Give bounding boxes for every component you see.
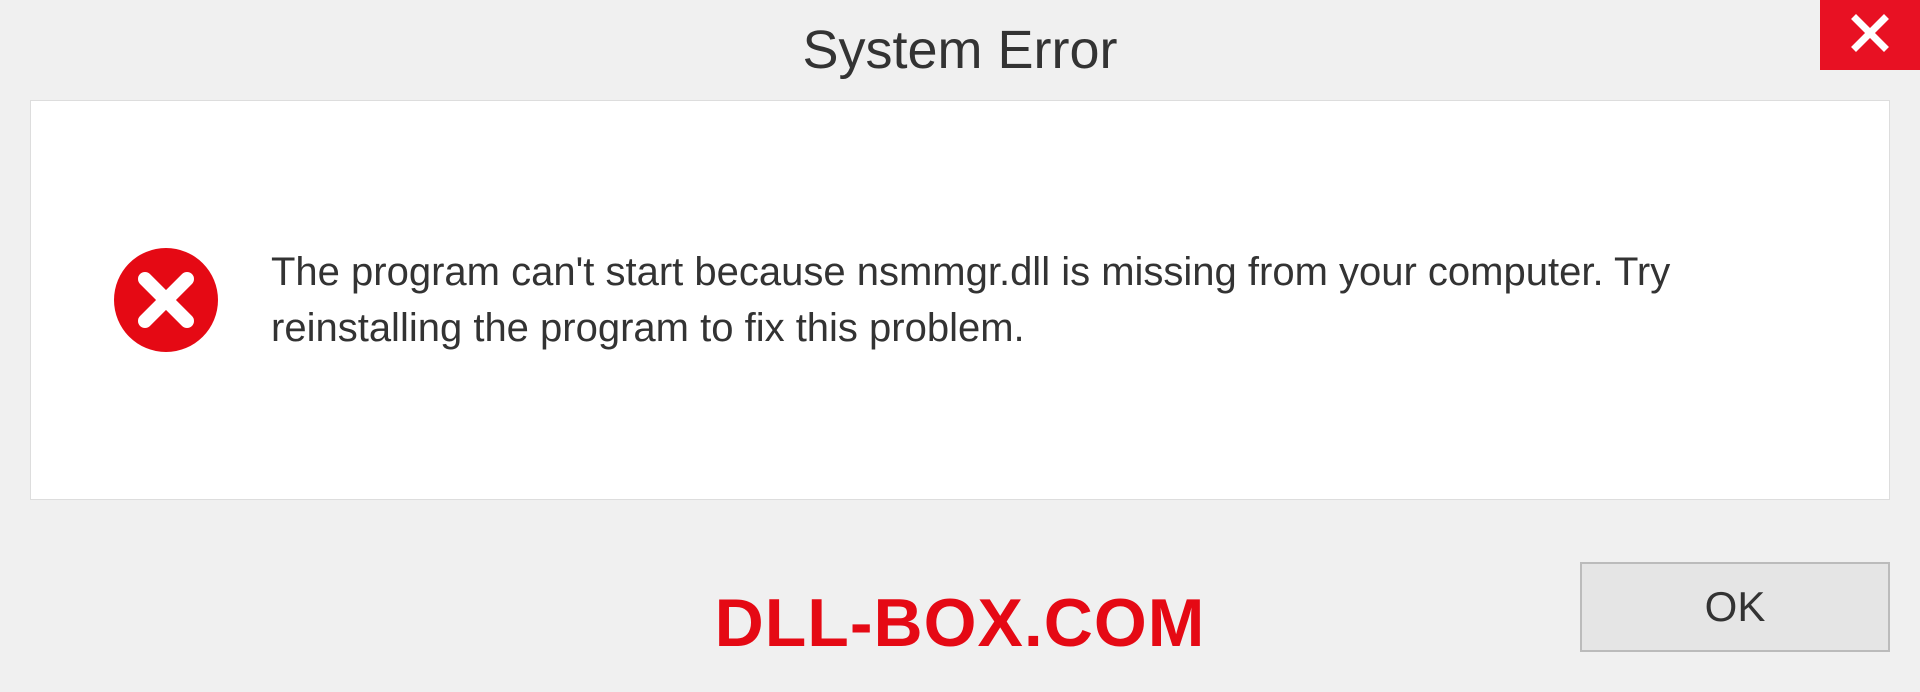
error-icon	[111, 245, 221, 355]
watermark-text: DLL-BOX.COM	[715, 584, 1206, 662]
dialog-title: System Error	[802, 19, 1117, 81]
close-button[interactable]	[1820, 0, 1920, 70]
dialog-content: The program can't start because nsmmgr.d…	[30, 100, 1890, 500]
ok-button[interactable]: OK	[1580, 562, 1890, 652]
dialog-footer: DLL-BOX.COM OK	[0, 502, 1920, 692]
close-icon	[1850, 13, 1890, 58]
error-message: The program can't start because nsmmgr.d…	[271, 244, 1859, 356]
titlebar: System Error	[0, 0, 1920, 100]
